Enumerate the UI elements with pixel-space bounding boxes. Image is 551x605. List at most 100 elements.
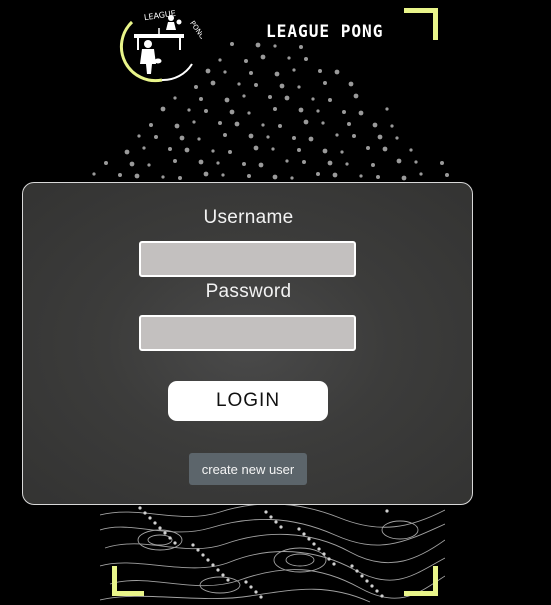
svg-text:PONG: PONG	[188, 19, 202, 40]
decor-dot	[380, 594, 384, 598]
decor-dot	[218, 58, 222, 62]
decor-dot	[221, 573, 225, 577]
decor-dot	[372, 122, 378, 128]
decor-dot	[274, 71, 280, 77]
decor-dot	[377, 134, 383, 140]
decor-dot	[242, 162, 246, 166]
decor-dot	[226, 578, 230, 582]
decor-dot	[199, 97, 203, 101]
decor-dot	[375, 589, 379, 593]
decor-dot	[299, 45, 303, 49]
decor-dot	[129, 161, 135, 167]
decor-dot	[223, 70, 227, 74]
decor-dot	[244, 580, 248, 584]
decor-dot	[365, 579, 369, 583]
decor-dot	[253, 145, 259, 151]
decor-dot	[230, 42, 234, 46]
decor-dot	[163, 531, 167, 535]
decor-dot	[273, 107, 277, 111]
decor-dot	[284, 95, 290, 101]
login-card: Username Password LOGIN create new user	[22, 182, 473, 505]
decor-dot	[335, 133, 339, 137]
decor-dot	[247, 174, 251, 178]
decor-dot	[297, 148, 301, 152]
decor-dot	[158, 526, 162, 530]
decor-dot	[142, 146, 146, 150]
decor-dot	[237, 82, 241, 86]
username-label: Username	[203, 207, 294, 228]
decor-dot	[269, 515, 273, 519]
decor-dot	[311, 97, 315, 101]
decor-dot	[358, 110, 364, 116]
decor-dot	[203, 171, 209, 177]
decor-dot	[312, 542, 316, 546]
decor-dot	[173, 96, 177, 100]
decor-dot	[92, 172, 96, 176]
password-input[interactable]	[139, 315, 356, 351]
decor-dot	[255, 42, 261, 48]
decor-dot	[396, 158, 402, 164]
decor-dot	[196, 548, 200, 552]
decor-dot	[197, 137, 201, 141]
decor-dot	[285, 159, 289, 163]
decor-dot	[360, 574, 364, 578]
create-new-user-button[interactable]: create new user	[189, 453, 307, 485]
corner-bracket-bottom-left	[112, 566, 144, 596]
decor-dot	[297, 527, 301, 531]
decor-dot	[287, 56, 291, 60]
decor-dot	[260, 54, 266, 60]
decor-dot	[279, 525, 283, 529]
username-input[interactable]	[139, 241, 356, 277]
decor-dot	[327, 557, 331, 561]
decor-dot	[419, 172, 423, 176]
decor-dot	[204, 109, 208, 113]
decor-dot	[322, 148, 328, 154]
decor-dot	[340, 150, 344, 154]
topographic-decoration	[100, 503, 445, 603]
decor-dot	[198, 159, 204, 165]
decor-dot	[124, 149, 130, 155]
decor-dot	[322, 552, 326, 556]
decor-dot	[160, 106, 166, 112]
decor-dot	[355, 569, 359, 573]
decor-dot	[323, 81, 327, 85]
decor-dot	[104, 161, 108, 165]
decor-dot	[274, 520, 278, 524]
decor-dot	[173, 159, 177, 163]
decor-dot	[359, 174, 363, 178]
decor-dot	[279, 83, 285, 89]
decor-dot	[258, 162, 264, 168]
decor-dot	[271, 147, 275, 151]
decor-dot	[242, 94, 246, 98]
decor-dot	[168, 147, 172, 151]
decor-dot	[445, 173, 449, 177]
decor-dot	[348, 81, 354, 87]
decor-dot	[178, 176, 182, 180]
decor-dot	[308, 136, 314, 142]
decor-dot	[273, 44, 277, 48]
decor-dot	[347, 122, 351, 126]
decor-dot	[414, 160, 418, 164]
decor-dot	[290, 176, 294, 180]
decor-dot	[216, 568, 220, 572]
decor-dot	[154, 135, 158, 139]
decor-dot	[248, 133, 254, 139]
decor-dot	[328, 98, 332, 102]
decor-dot	[292, 68, 296, 72]
decor-dot	[302, 160, 306, 164]
decor-dot	[382, 146, 388, 152]
decor-dot	[298, 107, 304, 113]
decor-dot	[244, 59, 248, 63]
decor-dot	[210, 80, 216, 86]
decor-dot	[223, 133, 227, 137]
decor-dot	[137, 134, 141, 138]
decor-dot	[192, 120, 196, 124]
decor-dot	[153, 521, 157, 525]
decor-dot	[318, 69, 322, 73]
decor-dot	[205, 68, 211, 74]
login-button[interactable]: LOGIN	[168, 381, 328, 421]
decor-dot	[370, 584, 374, 588]
decor-dot	[307, 537, 311, 541]
password-label: Password	[205, 281, 292, 302]
decor-dot	[254, 590, 258, 594]
